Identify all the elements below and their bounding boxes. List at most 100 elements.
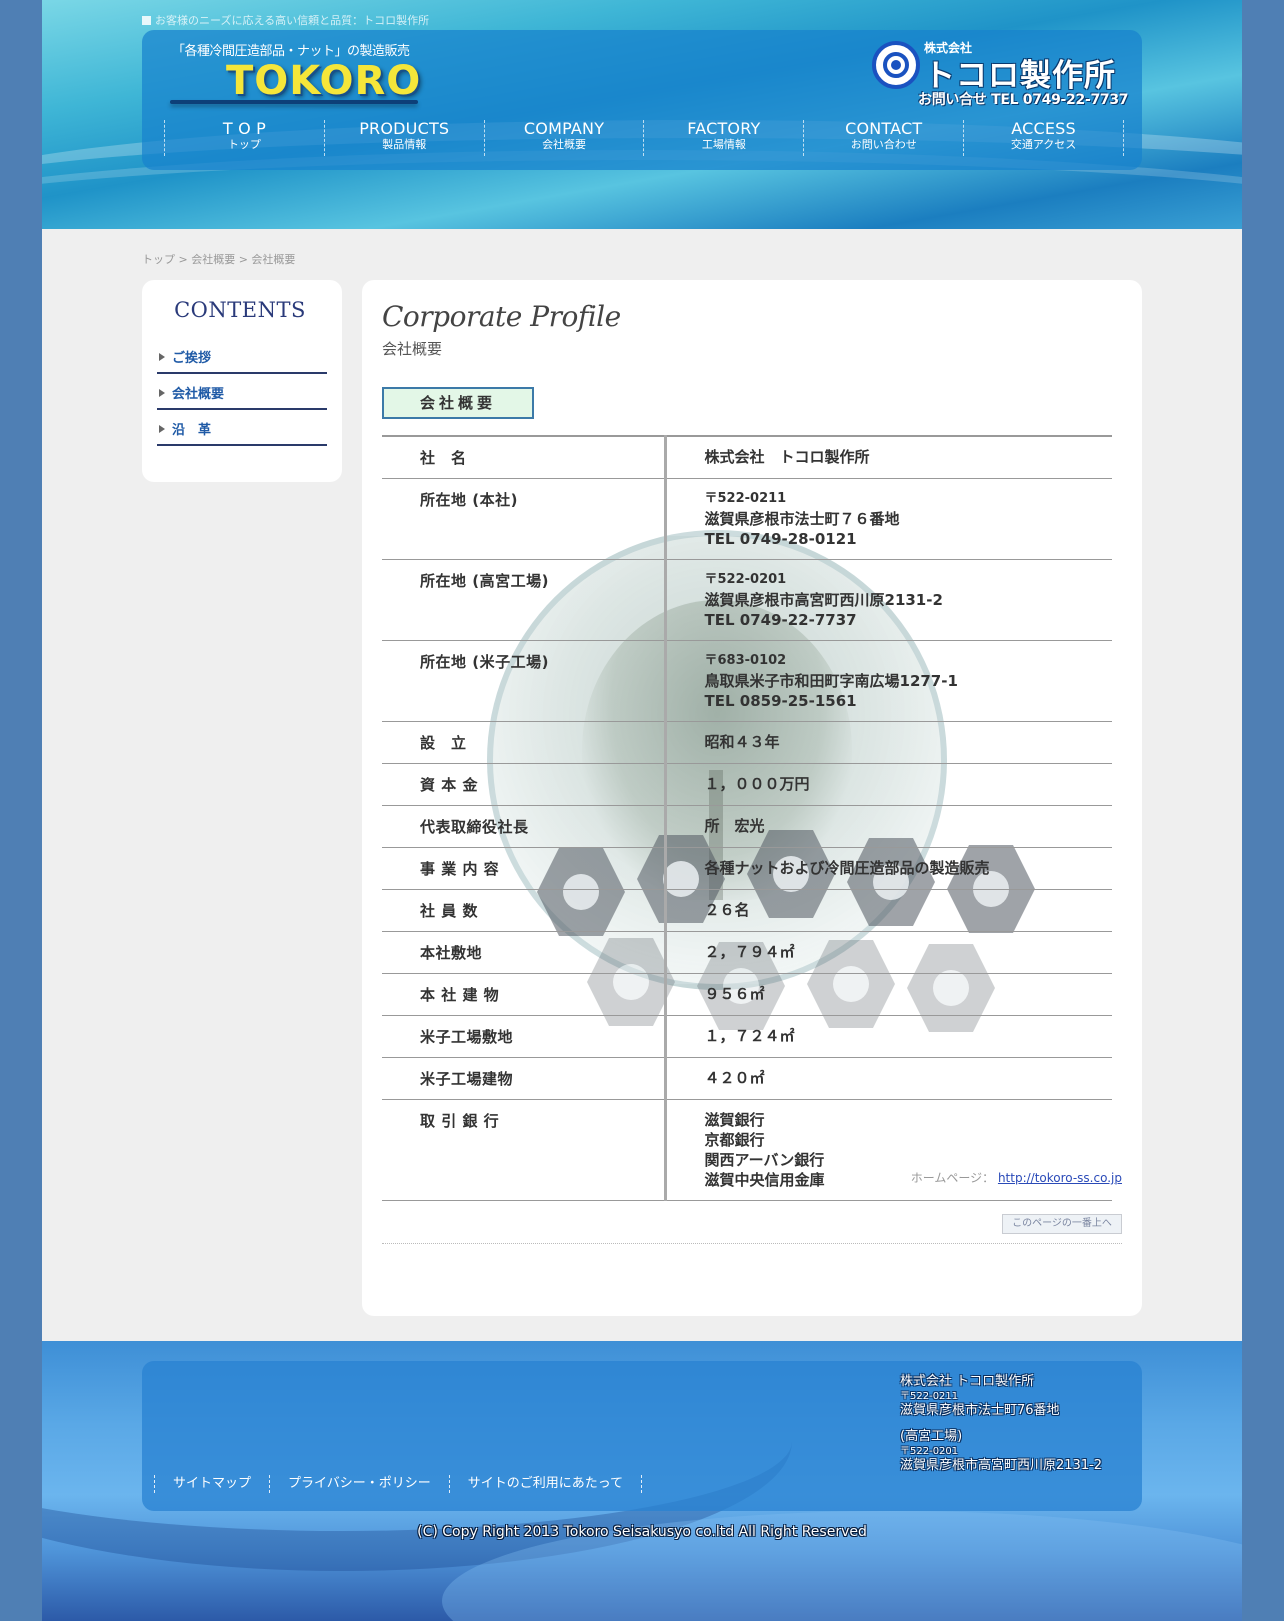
table-row: 本社敷地 ２，７９４㎡ <box>382 931 1112 974</box>
row-key: 所在地 (本社) <box>382 478 667 560</box>
footer-zip: 〒522-0201 <box>900 1446 959 1457</box>
logo-subtitle: 「各種冷間圧造部品・ナット」の製造販売 <box>172 44 410 59</box>
triangle-right-icon <box>159 353 165 361</box>
header-tagline: お客様のニーズに応える高い信頼と品質：トコロ製作所 <box>142 12 429 28</box>
nav-label-en: T O P <box>222 119 266 138</box>
nav-label-en: FACTORY <box>687 119 761 138</box>
row-value: ４２０㎡ <box>665 1057 1112 1100</box>
zip-code: 〒522-0211 <box>704 491 787 506</box>
copyright: (C) Copy Right 2013 Tokoro Seisakusyo co… <box>417 1524 867 1540</box>
homepage-link-row: ホームページ： http://tokoro-ss.co.jp <box>911 1169 1122 1186</box>
table-row: 所在地 (高宮工場) 〒522-0201 滋賀県彦根市高宮町西川原2131-2 TEL… <box>382 559 1112 641</box>
nav-top[interactable]: T O P トップ <box>164 120 324 156</box>
row-value: 〒522-0201 滋賀県彦根市高宮町西川原2131-2 TEL 0749-22-7… <box>665 559 1112 641</box>
table-row: 社 員 数 ２６名 <box>382 889 1112 932</box>
value-line: 滋賀銀行 <box>704 1111 765 1129</box>
logo-underline <box>170 100 418 104</box>
row-key: 事 業 内 容 <box>382 847 667 890</box>
footer-address: 株式会社 トコロ製作所 〒522-0211 滋賀県彦根市法士町76番地 (高宮工… <box>900 1373 1102 1475</box>
row-value: 昭和４３年 <box>665 721 1112 764</box>
page-title: Corporate Profile <box>382 300 621 333</box>
triangle-right-icon <box>159 389 165 397</box>
row-key: 設 立 <box>382 721 667 764</box>
value-line: 所 宏光 <box>704 817 765 835</box>
nav-label-jp: お問い合わせ <box>850 138 917 151</box>
sidebar-item-greeting[interactable]: ご挨拶 <box>157 338 327 374</box>
zip-code: 〒683-0102 <box>704 653 787 668</box>
value-line: ２，７９４㎡ <box>704 943 795 961</box>
row-key: 社 名 <box>382 435 667 479</box>
table-row: 代表取締役社長 所 宏光 <box>382 805 1112 848</box>
zip-code: 〒522-0201 <box>704 572 787 587</box>
footer-address-line: 滋賀県彦根市法士町76番地 <box>900 1403 1060 1418</box>
row-key: 米子工場建物 <box>382 1057 667 1100</box>
sidebar-title: CONTENTS <box>174 298 306 322</box>
outer-bg-left <box>0 0 42 1621</box>
table-row: 所在地 (本社) 〒522-0211 滋賀県彦根市法士町７６番地 TEL 0749-2… <box>382 478 1112 560</box>
table-row: 社 名 株式会社 トコロ製作所 <box>382 435 1112 479</box>
nav-label-en: COMPANY <box>523 119 605 138</box>
nav-label-en: PRODUCTS <box>359 119 450 138</box>
nav-factory[interactable]: FACTORY 工場情報 <box>643 120 803 156</box>
value-line: 関西アーバン銀行 <box>704 1151 825 1169</box>
table-row: 設 立 昭和４３年 <box>382 721 1112 764</box>
nav-label-en: CONTACT <box>845 119 923 138</box>
value-line: １，７２４㎡ <box>704 1027 795 1045</box>
value-line: 滋賀県彦根市法士町７６番地 <box>704 510 900 528</box>
section-heading: 会社概要 <box>382 387 534 419</box>
site-header: お客様のニーズに応える高い信頼と品質：トコロ製作所 「各種冷間圧造部品・ナット」… <box>42 0 1242 229</box>
value-line: 昭和４３年 <box>704 733 780 751</box>
profile-table-body: 社 名 株式会社 トコロ製作所 所在地 (本社) 〒522-0211 滋賀県彦根市法士町… <box>382 435 1112 1201</box>
footer-link-sitemap[interactable]: サイトマップ <box>154 1475 269 1493</box>
profile-table: 社 名 株式会社 トコロ製作所 所在地 (本社) 〒522-0211 滋賀県彦根市法士町… <box>382 435 1112 1201</box>
emblem-center <box>891 60 901 70</box>
row-value: ９５６㎡ <box>665 973 1112 1016</box>
row-value: １，０００万円 <box>665 763 1112 806</box>
square-icon <box>142 16 151 25</box>
row-value: 〒683-0102 鳥取県米子市和田町字南広場1277-1 TEL 0859-25-… <box>665 640 1112 722</box>
row-value: 所 宏光 <box>665 805 1112 848</box>
site-logo[interactable]: TOKORO <box>226 58 421 104</box>
page-top-button[interactable]: このページの一番上へ <box>1002 1214 1122 1234</box>
footer-link-privacy[interactable]: プライバシー・ポリシー <box>269 1475 449 1493</box>
sidebar-item-history[interactable]: 沿 革 <box>157 410 327 446</box>
value-line: TEL 0749-28-0121 <box>704 530 857 548</box>
footer-link-terms[interactable]: サイトのご利用にあたって <box>448 1475 643 1493</box>
value-line: 各種ナットおよび冷間圧造部品の製造販売 <box>704 859 990 877</box>
nav-access[interactable]: ACCESS 交通アクセス <box>963 120 1124 156</box>
table-row: 資 本 金 １，０００万円 <box>382 763 1112 806</box>
value-line: ４２０㎡ <box>704 1069 765 1087</box>
triangle-right-icon <box>159 425 165 433</box>
sidebar-item-company[interactable]: 会社概要 <box>157 374 327 410</box>
footer-zip: 〒522-0211 <box>900 1391 959 1402</box>
nav-products[interactable]: PRODUCTS 製品情報 <box>323 119 484 156</box>
nav-contact[interactable]: CONTACT お問い合わせ <box>803 120 963 156</box>
row-value: ２，７９４㎡ <box>665 931 1112 974</box>
footer-factory: (高宮工場) <box>900 1429 963 1444</box>
breadcrumb[interactable]: トップ > 会社概要 > 会社概要 <box>142 251 295 267</box>
value-line: TEL 0859-25-1561 <box>704 692 857 710</box>
sidebar-item-label: 会社概要 <box>172 387 225 402</box>
header-panel: 「各種冷間圧造部品・ナット」の製造販売 TOKORO 株式会社 トコロ製作所 お… <box>142 30 1142 170</box>
homepage-link[interactable]: http://tokoro-ss.co.jp <box>998 1171 1122 1185</box>
sidebar-item-label: ご挨拶 <box>172 351 212 366</box>
footer-panel: サイトマップ プライバシー・ポリシー サイトのご利用にあたって 株式会社 トコロ… <box>142 1361 1142 1511</box>
global-nav: T O P トップ PRODUCTS 製品情報 COMPANY 会社概要 FACTOR… <box>164 120 1124 156</box>
table-row: 米子工場敷地 １，７２４㎡ <box>382 1015 1112 1058</box>
row-key: 取 引 銀 行 <box>382 1099 667 1201</box>
row-value: 各種ナットおよび冷間圧造部品の製造販売 <box>665 847 1112 890</box>
row-value: 〒522-0211 滋賀県彦根市法士町７６番地 TEL 0749-28-0121 <box>665 478 1112 560</box>
sidebar: CONTENTS ご挨拶 会社概要 沿 革 <box>142 280 342 482</box>
company-emblem-icon <box>872 41 920 89</box>
nav-label-jp: 工場情報 <box>701 138 746 151</box>
row-key: 代表取締役社長 <box>382 805 667 848</box>
contact-tel: お問い合せ TEL 0749-22-7737 <box>918 92 1129 108</box>
value-line: ２６名 <box>704 901 750 919</box>
nav-label-jp: 交通アクセス <box>1010 138 1077 151</box>
table-row: 事 業 内 容 各種ナットおよび冷間圧造部品の製造販売 <box>382 847 1112 890</box>
row-key: 資 本 金 <box>382 763 667 806</box>
nav-company[interactable]: COMPANY 会社概要 <box>483 119 644 156</box>
site-footer: サイトマップ プライバシー・ポリシー サイトのご利用にあたって 株式会社 トコロ… <box>42 1341 1242 1621</box>
value-line: 滋賀県彦根市高宮町西川原2131-2 <box>704 591 943 609</box>
row-value: ２６名 <box>665 889 1112 932</box>
